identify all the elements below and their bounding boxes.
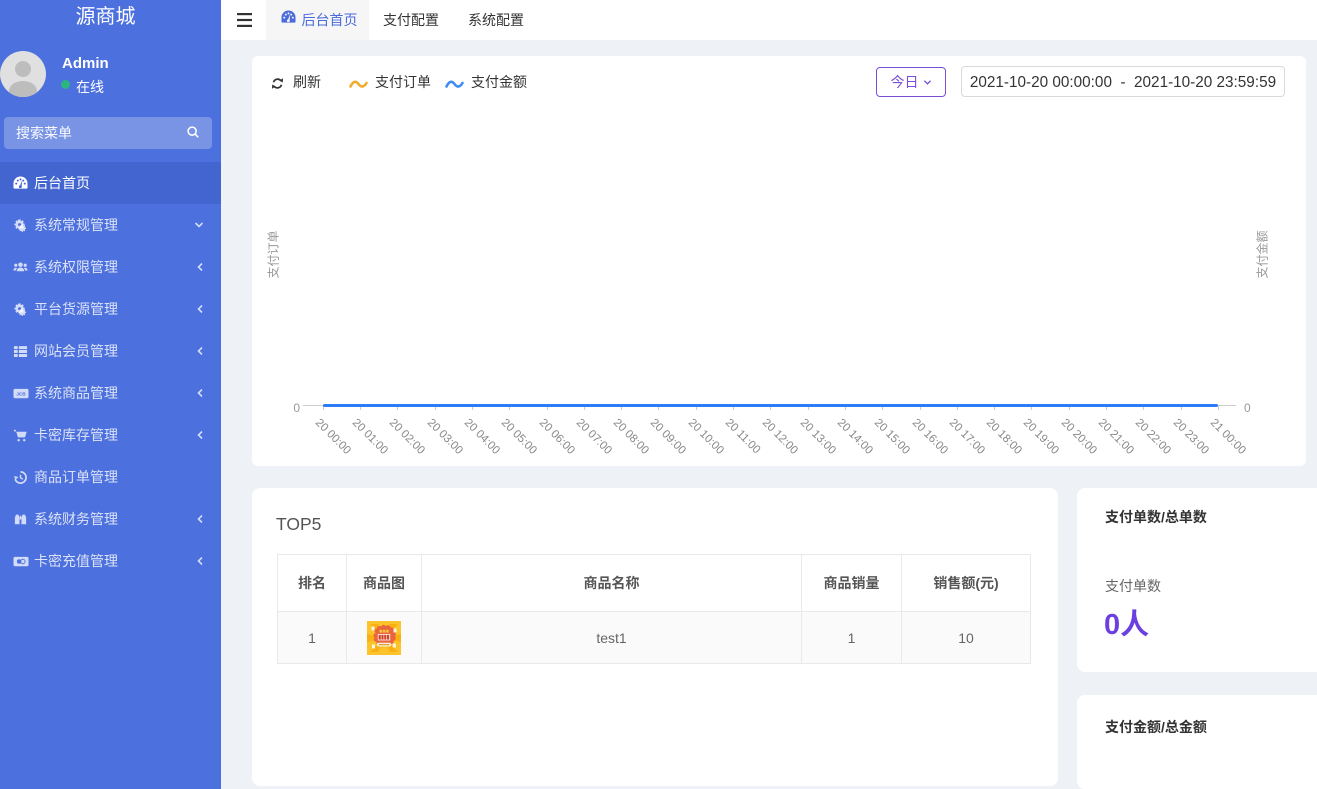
svg-text:JCB: JCB — [16, 391, 26, 396]
